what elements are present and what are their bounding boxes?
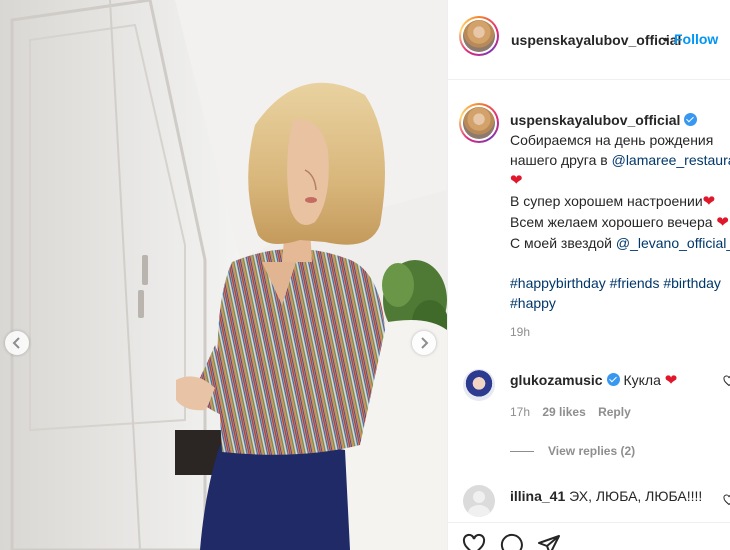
caption-author-avatar[interactable] — [459, 103, 499, 143]
comment-meta: 17h 29 likes Reply — [510, 405, 640, 419]
caption-timestamp[interactable]: 19h — [510, 325, 530, 339]
previous-photo-button[interactable] — [5, 331, 29, 355]
comment: glukozamusic Кукла ❤ — [510, 371, 677, 389]
chevron-left-icon — [12, 337, 20, 349]
hashtag-link[interactable]: #friends — [610, 275, 660, 291]
mention-link[interactable]: @lamaree_restaurants — [612, 152, 730, 168]
hashtag-link[interactable]: #happy — [510, 295, 556, 311]
caption-text: нашего друга в — [510, 152, 612, 168]
post-sidebar: uspenskayalubov_official • Follow uspens… — [447, 0, 730, 550]
commenter-avatar[interactable] — [463, 485, 495, 517]
caption-line: С моей звездой @_levano_official_ — [510, 233, 730, 253]
hashtag-line: #happy — [510, 293, 730, 313]
replies-divider — [510, 451, 534, 452]
caption-text: С моей звездой — [510, 235, 616, 251]
author-username[interactable]: uspenskayalubov_official — [511, 32, 681, 48]
heart-emoji: ❤ — [664, 372, 678, 389]
view-replies-button[interactable]: View replies (2) — [548, 444, 635, 458]
post-actions-bar — [448, 522, 730, 550]
heart-outline-icon[interactable] — [462, 533, 486, 550]
paper-plane-icon[interactable] — [537, 533, 561, 550]
like-comment-heart-icon[interactable] — [723, 494, 730, 506]
caption-line: ❤ — [510, 170, 730, 191]
verified-badge-icon — [606, 373, 620, 386]
post-photo[interactable] — [0, 0, 447, 550]
hashtag-link[interactable]: #happybirthday — [510, 275, 606, 291]
caption-line: Всем желаем хорошего вечера ❤ — [510, 212, 730, 233]
verified-badge-icon — [684, 113, 698, 126]
author-avatar[interactable] — [459, 16, 499, 56]
heart-emoji: ❤ — [716, 214, 729, 231]
chevron-right-icon — [421, 337, 429, 349]
caption-line: нашего друга в @lamaree_restaurants — [510, 150, 730, 170]
caption-username[interactable]: uspenskayalubov_official — [510, 112, 680, 128]
mention-link[interactable]: @_levano_official_ — [616, 235, 730, 251]
next-photo-button[interactable] — [412, 331, 436, 355]
comment-bubble-icon[interactable] — [500, 533, 524, 550]
comment-text: ЭХ, ЛЮБА, ЛЮБА!!!! — [569, 488, 703, 504]
comment-username[interactable]: glukozamusic — [510, 372, 603, 388]
heart-emoji: ❤ — [510, 172, 523, 189]
caption-line: Собираемся на день рождения — [510, 132, 714, 148]
post-header: uspenskayalubov_official • Follow — [448, 0, 730, 80]
like-comment-heart-icon[interactable] — [723, 375, 730, 387]
hashtag-line: #happybirthday #friends #birthday — [510, 273, 730, 293]
photo-illustration — [0, 0, 447, 550]
reply-button[interactable]: Reply — [598, 405, 631, 419]
caption-text: Всем желаем хорошего вечера — [510, 214, 713, 230]
comment: illina_41 ЭХ, ЛЮБА, ЛЮБА!!!! — [510, 488, 702, 504]
comment-text: Кукла — [623, 372, 661, 388]
comment-username[interactable]: illina_41 — [510, 488, 565, 504]
commenter-avatar[interactable] — [463, 369, 495, 401]
hashtag-link[interactable]: #birthday — [663, 275, 721, 291]
caption-line: В супер хорошем настроении❤ — [510, 191, 730, 212]
comment-time[interactable]: 17h — [510, 405, 530, 419]
post-caption: uspenskayalubov_official Собираемся на д… — [510, 110, 730, 313]
comment-likes[interactable]: 29 likes — [542, 405, 585, 419]
follow-button[interactable]: Follow — [674, 31, 718, 47]
heart-emoji: ❤ — [702, 193, 716, 210]
caption-text: В супер хорошем настроении — [510, 193, 703, 209]
header-separator: • — [663, 31, 668, 47]
